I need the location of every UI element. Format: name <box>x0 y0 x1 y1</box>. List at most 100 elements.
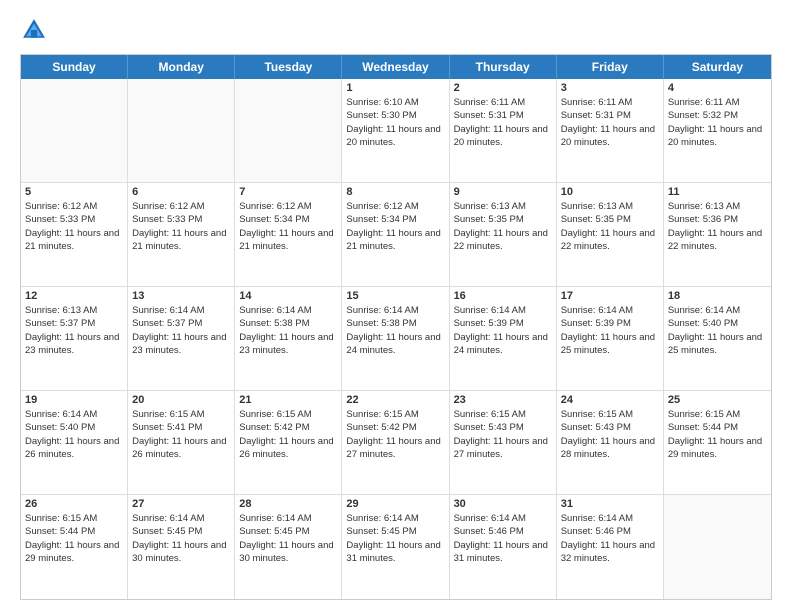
calendar-cell-day-4: 4Sunrise: 6:11 AMSunset: 5:32 PMDaylight… <box>664 79 771 182</box>
sunset: Sunset: 5:40 PM <box>25 422 95 433</box>
cell-info: Sunrise: 6:14 AMSunset: 5:45 PMDaylight:… <box>346 512 444 565</box>
calendar-row-3: 12Sunrise: 6:13 AMSunset: 5:37 PMDayligh… <box>21 287 771 391</box>
sunrise: Sunrise: 6:14 AM <box>25 409 97 420</box>
calendar-row-1: 1Sunrise: 6:10 AMSunset: 5:30 PMDaylight… <box>21 79 771 183</box>
cell-info: Sunrise: 6:15 AMSunset: 5:42 PMDaylight:… <box>346 408 444 461</box>
calendar-cell-day-20: 20 Sunrise: 6:15 AM Sunset: 5:41 PM Dayligh… <box>128 391 235 494</box>
sunset: Sunset: 5:41 PM <box>132 422 202 433</box>
calendar-header: SundayMondayTuesdayWednesdayThursdayFrid… <box>21 55 771 79</box>
sunrise: Sunrise: 6:10 AM <box>346 97 418 108</box>
calendar-cell-empty <box>664 495 771 599</box>
weekday-header-thursday: Thursday <box>450 55 557 79</box>
cell-info: Sunrise: 6:13 AMSunset: 5:35 PMDaylight:… <box>561 200 659 253</box>
calendar-body: 1Sunrise: 6:10 AMSunset: 5:30 PMDaylight… <box>21 79 771 599</box>
calendar-row-4: 19Sunrise: 6:14 AMSunset: 5:40 PMDayligh… <box>21 391 771 495</box>
sunrise: Sunrise: 6:15 AM <box>454 409 526 420</box>
day-number: 4 <box>668 82 767 94</box>
sunset: Sunset: 5:32 PM <box>668 110 738 121</box>
sunset: Sunset: 5:45 PM <box>132 526 202 537</box>
day-number: 7 <box>239 186 337 198</box>
day-number: 12 <box>25 290 123 302</box>
sunset: Sunset: 5:45 PM <box>239 526 309 537</box>
calendar-cell-day-13: 13Sunrise: 6:14 AMSunset: 5:37 PMDayligh… <box>128 287 235 390</box>
cell-info: Sunrise: 6:12 AMSunset: 5:34 PMDaylight:… <box>346 200 444 253</box>
calendar-cell-day-17: 17Sunrise: 6:14 AMSunset: 5:39 PMDayligh… <box>557 287 664 390</box>
day-number: 29 <box>346 498 444 510</box>
calendar-cell-day-5: 5Sunrise: 6:12 AMSunset: 5:33 PMDaylight… <box>21 183 128 286</box>
sunrise: Sunrise: 6:11 AM <box>561 97 633 108</box>
day-number: 30 <box>454 498 552 510</box>
calendar-cell-day-24: 24 Sunrise: 6:15 AMSunset: 5:43 PMDayligh… <box>557 391 664 494</box>
calendar-cell-day-28: 28Sunrise: 6:14 AMSunset: 5:45 PMDayligh… <box>235 495 342 599</box>
calendar-cell-day-10: 10Sunrise: 6:13 AMSunset: 5:35 PMDayligh… <box>557 183 664 286</box>
cell-info: Sunrise: 6:13 AMSunset: 5:36 PMDaylight:… <box>668 200 767 253</box>
daylight: Daylight: 11 hours and 25 minutes. <box>668 332 762 356</box>
daylight: Daylight: 11 hours and 29 minutes. <box>25 540 119 564</box>
sunrise: Sunrise: 6:12 AM <box>25 201 97 212</box>
daylight: Daylight: 11 hours and 21 minutes. <box>239 228 333 252</box>
sunset: Sunset: 5:35 PM <box>561 214 631 225</box>
sunrise: Sunrise: 6:15 AM <box>346 409 418 420</box>
day-number: 25 <box>668 394 767 406</box>
day-number: 6 <box>132 186 230 198</box>
sunrise: Sunrise: 6:15 AM <box>132 409 204 420</box>
logo-icon <box>20 16 48 44</box>
calendar-cell-empty <box>235 79 342 182</box>
cell-info: Sunrise: 6:11 AMSunset: 5:31 PMDaylight:… <box>454 96 552 149</box>
cell-info: Sunrise: 6:10 AMSunset: 5:30 PMDaylight:… <box>346 96 444 149</box>
sunrise: Sunrise: 6:14 AM <box>346 513 418 524</box>
weekday-header-sunday: Sunday <box>21 55 128 79</box>
calendar-cell-day-11: 11Sunrise: 6:13 AMSunset: 5:36 PMDayligh… <box>664 183 771 286</box>
sunset: Sunset: 5:35 PM <box>454 214 524 225</box>
sunrise: Sunrise: 6:12 AM <box>346 201 418 212</box>
daylight: Daylight: 11 hours and 27 minutes. <box>346 436 440 460</box>
sunrise: Sunrise: 6:12 AM <box>239 201 311 212</box>
sunset: Sunset: 5:46 PM <box>454 526 524 537</box>
weekday-header-wednesday: Wednesday <box>342 55 449 79</box>
calendar-cell-day-19: 19Sunrise: 6:14 AMSunset: 5:40 PMDayligh… <box>21 391 128 494</box>
calendar-cell-day-8: 8Sunrise: 6:12 AMSunset: 5:34 PMDaylight… <box>342 183 449 286</box>
calendar-row-5: 26Sunrise: 6:15 AMSunset: 5:44 PMDayligh… <box>21 495 771 599</box>
daylight: Daylight: 11 hours and 26 minutes. <box>132 436 226 460</box>
day-number: 14 <box>239 290 337 302</box>
daylight: Daylight: 11 hours and 31 minutes. <box>346 540 440 564</box>
sunset: Sunset: 5:31 PM <box>454 110 524 121</box>
cell-info: Sunrise: 6:14 AMSunset: 5:38 PMDaylight:… <box>346 304 444 357</box>
calendar-cell-day-30: 30 Sunrise: 6:14 AMSunset: 5:46 PMDayligh… <box>450 495 557 599</box>
daylight: Daylight: 11 hours and 27 minutes. <box>454 436 548 460</box>
cell-info: Sunrise: 6:15 AMSunset: 5:43 PMDaylight:… <box>454 408 552 461</box>
day-number: 24 <box>561 394 659 406</box>
sunset: Sunset: 5:43 PM <box>561 422 631 433</box>
day-number: 16 <box>454 290 552 302</box>
calendar-cell-day-1: 1Sunrise: 6:10 AMSunset: 5:30 PMDaylight… <box>342 79 449 182</box>
sunrise: Sunrise: 6:14 AM <box>239 513 311 524</box>
daylight: Daylight: 11 hours and 32 minutes. <box>561 540 655 564</box>
calendar-cell-day-12: 12Sunrise: 6:13 AMSunset: 5:37 PMDayligh… <box>21 287 128 390</box>
cell-info: Sunrise: 6:13 AMSunset: 5:35 PMDaylight:… <box>454 200 552 253</box>
calendar-cell-day-16: 16Sunrise: 6:14 AMSunset: 5:39 PMDayligh… <box>450 287 557 390</box>
day-number: 3 <box>561 82 659 94</box>
calendar-cell-day-25: 25Sunrise: 6:15 AMSunset: 5:44 PMDayligh… <box>664 391 771 494</box>
day-number: 26 <box>25 498 123 510</box>
daylight: Daylight: 11 hours and 21 minutes. <box>25 228 119 252</box>
day-number: 13 <box>132 290 230 302</box>
cell-info: Sunrise: 6:15 AM Sunset: 5:41 PM Daylight:… <box>132 408 230 461</box>
calendar-cell-day-9: 9Sunrise: 6:13 AMSunset: 5:35 PMDaylight… <box>450 183 557 286</box>
cell-info: Sunrise: 6:11 AMSunset: 5:31 PMDaylight:… <box>561 96 659 149</box>
day-number: 20 <box>132 394 230 406</box>
day-number: 22 <box>346 394 444 406</box>
daylight: Daylight: 11 hours and 26 minutes. <box>25 436 119 460</box>
sunrise: Sunrise: 6:14 AM <box>561 513 633 524</box>
sunset: Sunset: 5:40 PM <box>668 318 738 329</box>
day-number: 21 <box>239 394 337 406</box>
calendar-cell-day-6: 6Sunrise: 6:12 AMSunset: 5:33 PMDaylight… <box>128 183 235 286</box>
cell-info: Sunrise: 6:12 AMSunset: 5:34 PMDaylight:… <box>239 200 337 253</box>
sunset: Sunset: 5:46 PM <box>561 526 631 537</box>
calendar-cell-day-18: 18Sunrise: 6:14 AMSunset: 5:40 PMDayligh… <box>664 287 771 390</box>
cell-info: Sunrise: 6:14 AMSunset: 5:46 PMDaylight:… <box>454 512 552 565</box>
calendar-cell-day-29: 29 Sunrise: 6:14 AMSunset: 5:45 PMDayligh… <box>342 495 449 599</box>
day-number: 28 <box>239 498 337 510</box>
cell-info: Sunrise: 6:15 AMSunset: 5:43 PMDaylight:… <box>561 408 659 461</box>
sunrise: Sunrise: 6:11 AM <box>454 97 526 108</box>
sunrise: Sunrise: 6:13 AM <box>454 201 526 212</box>
